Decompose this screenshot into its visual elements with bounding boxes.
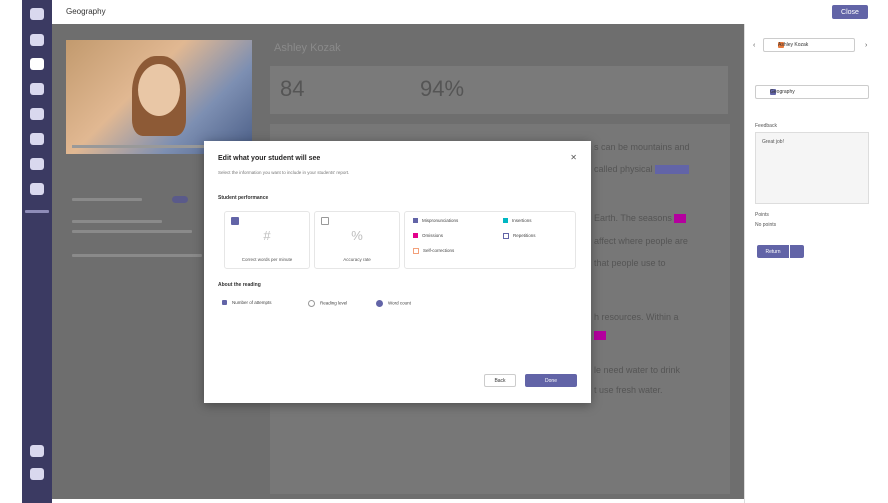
omission-mark (674, 214, 687, 224)
passage-line: t use fresh water. (594, 385, 663, 395)
passage-line: le need water to drink (594, 365, 681, 375)
wcpm-card-label: Correct words per minute (241, 257, 293, 262)
student-video[interactable] (66, 40, 252, 154)
passage-line: s can be mountains and (594, 142, 690, 152)
accuracy-checkbox[interactable] (321, 217, 329, 225)
settings-row (72, 220, 162, 223)
legend-self-corrections[interactable]: Self-corrections (413, 248, 454, 254)
activity-icon[interactable] (30, 8, 44, 20)
top-bar: Geography Close (52, 0, 878, 25)
dialog-title: Edit what your student will see (218, 155, 321, 162)
option-reading-level[interactable]: Reading level (308, 300, 347, 307)
insertion-swatch (503, 218, 508, 224)
accuracy-card-label: Accuracy rate (343, 257, 371, 262)
passage-line: called physical (594, 164, 690, 175)
calls-icon[interactable] (30, 133, 44, 145)
points-label: Points (755, 212, 769, 218)
miscue-card[interactable]: Mispronunciations Insertions Omissions R… (404, 211, 576, 269)
wcpm-value: 84 (280, 76, 305, 101)
feedback-text: Great job! (762, 139, 784, 145)
accuracy-value: 94% (420, 76, 465, 101)
return-options-button[interactable] (790, 245, 804, 258)
settings-row (72, 254, 202, 257)
chat-icon[interactable] (30, 34, 44, 46)
legend-insertions[interactable]: Insertions (503, 218, 532, 224)
points-value: No points (755, 222, 777, 228)
omission-mark-swatch (594, 331, 606, 341)
prev-student-icon[interactable]: ‹ (753, 42, 755, 49)
legend-label: Self-corrections (423, 248, 455, 254)
wcpm-checkbox[interactable] (231, 217, 239, 225)
accuracy-card[interactable]: % Accuracy rate (314, 211, 400, 269)
repetition-swatch (503, 233, 509, 239)
section-about-reading: About the reading (218, 282, 261, 288)
mispronunciation-swatch (413, 218, 418, 224)
files-icon[interactable] (30, 158, 44, 170)
more-apps-icon[interactable] (25, 210, 49, 213)
option-label: Number of attempts (232, 300, 272, 305)
toggle-switch[interactable] (172, 196, 188, 203)
passage-line: affect where people are (594, 236, 688, 246)
settings-row (72, 198, 142, 201)
help-icon[interactable] (30, 468, 44, 480)
student-picker[interactable]: Ashley Kozak (763, 38, 855, 52)
hash-icon: # (263, 228, 271, 243)
attempts-checkbox[interactable] (222, 300, 227, 306)
reading-level-radio[interactable] (308, 300, 315, 307)
close-icon[interactable]: ✕ (570, 153, 577, 162)
apps-icon[interactable] (30, 445, 44, 457)
student-picker-label: Ashley Kozak (778, 42, 809, 48)
option-label: Reading level (320, 300, 348, 306)
section-student-performance: Student performance (218, 195, 269, 201)
highlight-mark (655, 165, 690, 175)
legend-label: Omissions (422, 233, 444, 238)
done-button[interactable]: Done (525, 374, 577, 387)
video-face (138, 64, 180, 116)
self-correction-swatch (413, 248, 419, 254)
next-student-icon[interactable]: › (865, 42, 867, 49)
wcpm-card[interactable]: # Correct words per minute (224, 211, 310, 269)
legend-label: Insertions (512, 218, 532, 223)
edit-student-view-dialog: Edit what your student will see Select t… (204, 141, 591, 403)
close-button[interactable]: Close (832, 5, 868, 19)
option-word-count[interactable]: Word count (376, 300, 411, 307)
reading-icon[interactable] (30, 183, 44, 195)
settings-row (72, 230, 192, 233)
calendar-icon[interactable] (30, 108, 44, 120)
omission-swatch (413, 233, 418, 239)
feedback-input[interactable]: Great job! (755, 132, 869, 204)
legend-omissions[interactable]: Omissions (413, 233, 444, 239)
option-label: Word count (388, 300, 411, 306)
passage-line: Earth. The seasons (594, 213, 687, 224)
word-count-radio[interactable] (376, 300, 383, 307)
passage-line: h resources. Within a (594, 312, 679, 322)
assignment-label: Geography (770, 89, 795, 95)
legend-label: Repetitions (513, 233, 536, 239)
grading-panel: ‹ Ashley Kozak › Geography Feedback Grea… (744, 24, 879, 503)
omission-mark (594, 330, 606, 341)
legend-label: Mispronunciations (422, 218, 459, 223)
legend-repetitions[interactable]: Repetitions (503, 233, 536, 239)
window-title: Geography (66, 7, 106, 16)
stats-panel: 84 94% (270, 66, 728, 114)
dialog-subtitle: Select the information you want to inclu… (218, 170, 350, 175)
passage-line-text: Earth. The seasons (594, 213, 672, 223)
assignment-dropdown[interactable]: Geography (755, 85, 869, 99)
percent-icon: % (351, 228, 363, 243)
student-name: Ashley Kozak (274, 42, 341, 54)
option-number-of-attempts[interactable]: Number of attempts (222, 300, 272, 306)
legend-mispronunciations[interactable]: Mispronunciations (413, 218, 459, 224)
app-rail (22, 0, 52, 503)
passage-line: that people use to (594, 258, 666, 268)
back-button[interactable]: Back (484, 374, 516, 387)
assignments-icon[interactable] (30, 83, 44, 95)
teams-icon[interactable] (30, 58, 44, 70)
return-button[interactable]: Return (757, 245, 789, 258)
passage-line-text: called physical (594, 164, 653, 174)
feedback-label: Feedback (755, 123, 777, 129)
